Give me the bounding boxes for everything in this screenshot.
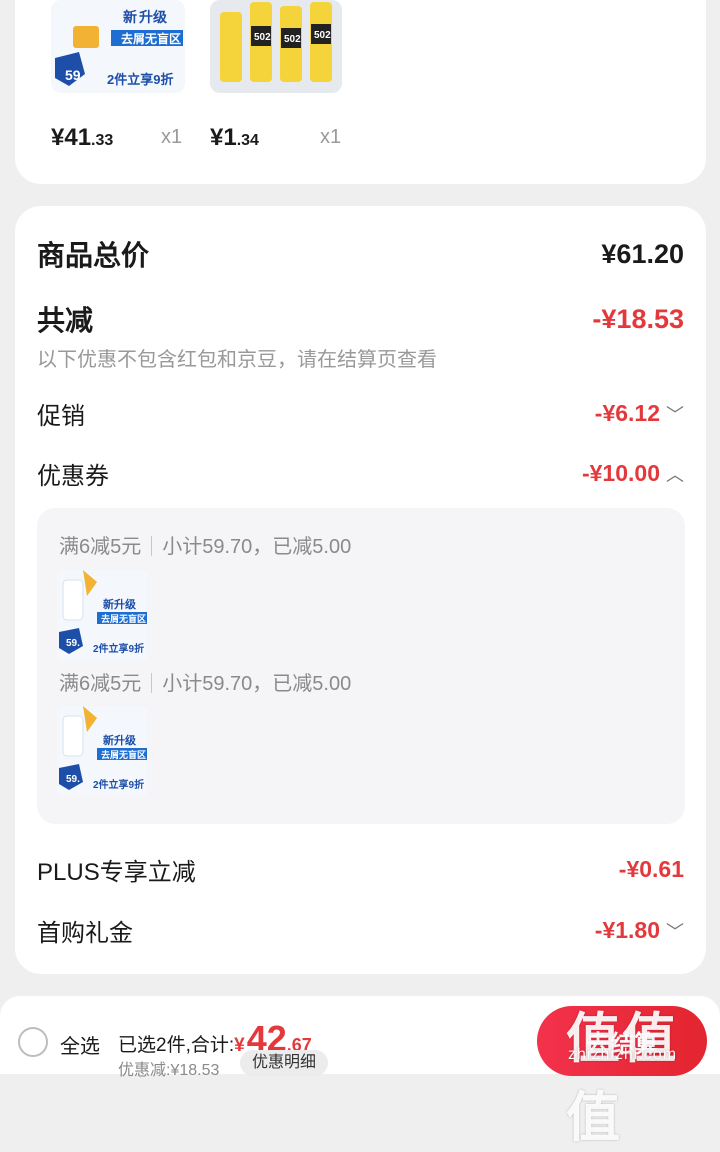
select-all-label[interactable]: 全选 bbox=[60, 1030, 100, 1059]
promo-row[interactable]: 促销 -¥6.12 ﹀ bbox=[37, 396, 684, 431]
svg-text:升级: 升级 bbox=[139, 9, 168, 25]
product-image-shampoo[interactable]: 59. 新 升级 去屑无盲区 2件立享9折 bbox=[51, 0, 185, 93]
watermark-url: zhizhizhi.com bbox=[568, 1046, 678, 1063]
svg-text:59.: 59. bbox=[66, 638, 80, 649]
coupon-product-thumb-1[interactable]: 59. 新升级 去屑无盲区 2件立享9折 bbox=[57, 570, 147, 660]
coupon-entry-1: 满6减5元 小计59.70，已减5.00 bbox=[59, 536, 352, 558]
chevron-down-icon: ﹀ bbox=[666, 922, 684, 942]
svg-text:59.: 59. bbox=[66, 774, 80, 785]
first-gift-value: -¥1.80 bbox=[594, 917, 660, 943]
chevron-up-icon: ︿ bbox=[666, 465, 684, 485]
svg-text:去屑无盲区: 去屑无盲区 bbox=[121, 31, 181, 46]
total-reduction-value: -¥18.53 bbox=[592, 303, 684, 334]
price-summary-card: 商品总价 ¥61.20 共减 -¥18.53 以下优惠不包含红包和京豆，请在结算… bbox=[15, 206, 706, 974]
svg-text:2件立享9折: 2件立享9折 bbox=[93, 642, 144, 655]
total-reduction-label: 共减 bbox=[37, 305, 94, 336]
watermark-logo: 值值值 bbox=[566, 1009, 678, 1148]
product-image-glue[interactable]: 502 502 502 bbox=[210, 0, 342, 93]
select-all-checkbox[interactable] bbox=[18, 1027, 48, 1057]
first-gift-label: 首购礼金 bbox=[37, 920, 133, 947]
plus-value: -¥0.61 bbox=[618, 856, 684, 882]
svg-text:502: 502 bbox=[314, 30, 331, 41]
chevron-down-icon: ﹀ bbox=[666, 405, 684, 425]
cart-items-card: 59. 新 升级 去屑无盲区 2件立享9折 502 502 502 ¥41.33… bbox=[15, 0, 706, 184]
plus-label: PLUS专享立减 bbox=[37, 859, 196, 886]
svg-text:2件立享9折: 2件立享9折 bbox=[107, 72, 173, 87]
coupon-detail-panel: 满6减5元 小计59.70，已减5.00 59. 新升级 去屑无盲区 2件立享9折… bbox=[37, 508, 685, 824]
goods-total-label: 商品总价 bbox=[37, 240, 150, 271]
promo-label: 促销 bbox=[37, 403, 85, 430]
product-price-2: ¥1.34 bbox=[210, 124, 259, 151]
svg-text:去屑无盲区: 去屑无盲区 bbox=[101, 749, 146, 760]
coupon-label: 优惠券 bbox=[37, 463, 109, 490]
discount-total-text: 优惠减:¥18.53 bbox=[118, 1062, 220, 1079]
coupon-entry-2: 满6减5元 小计59.70，已减5.00 bbox=[59, 673, 352, 695]
coupon-value: -¥10.00 bbox=[581, 460, 660, 486]
plus-row: PLUS专享立减 -¥0.61 bbox=[37, 852, 684, 887]
svg-text:去屑无盲区: 去屑无盲区 bbox=[101, 613, 146, 624]
svg-text:502: 502 bbox=[284, 34, 301, 45]
svg-text:新: 新 bbox=[123, 9, 137, 25]
svg-text:502: 502 bbox=[254, 32, 271, 43]
svg-text:59.: 59. bbox=[65, 67, 84, 83]
coupon-row[interactable]: 优惠券 -¥10.00 ︿ bbox=[37, 456, 684, 491]
svg-text:新升级: 新升级 bbox=[103, 597, 137, 611]
product-qty-2: x1 bbox=[320, 126, 342, 148]
product-qty-1: x1 bbox=[161, 126, 183, 148]
product-price-1: ¥41.33 bbox=[51, 124, 114, 151]
selected-count-text: 已选2件,合计: bbox=[118, 1035, 235, 1056]
coupon-product-thumb-2[interactable]: 59. 新升级 去屑无盲区 2件立享9折 bbox=[57, 706, 147, 796]
goods-total-value: ¥61.20 bbox=[601, 238, 684, 269]
first-gift-row[interactable]: 首购礼金 -¥1.80 ﹀ bbox=[37, 913, 684, 948]
svg-text:2件立享9折: 2件立享9折 bbox=[93, 778, 144, 791]
discount-detail-button[interactable]: 优惠明细 bbox=[240, 1050, 329, 1076]
discount-note: 以下优惠不包含红包和京豆，请在结算页查看 bbox=[37, 349, 437, 371]
svg-text:新升级: 新升级 bbox=[103, 733, 137, 747]
promo-value: -¥6.12 bbox=[594, 400, 660, 426]
